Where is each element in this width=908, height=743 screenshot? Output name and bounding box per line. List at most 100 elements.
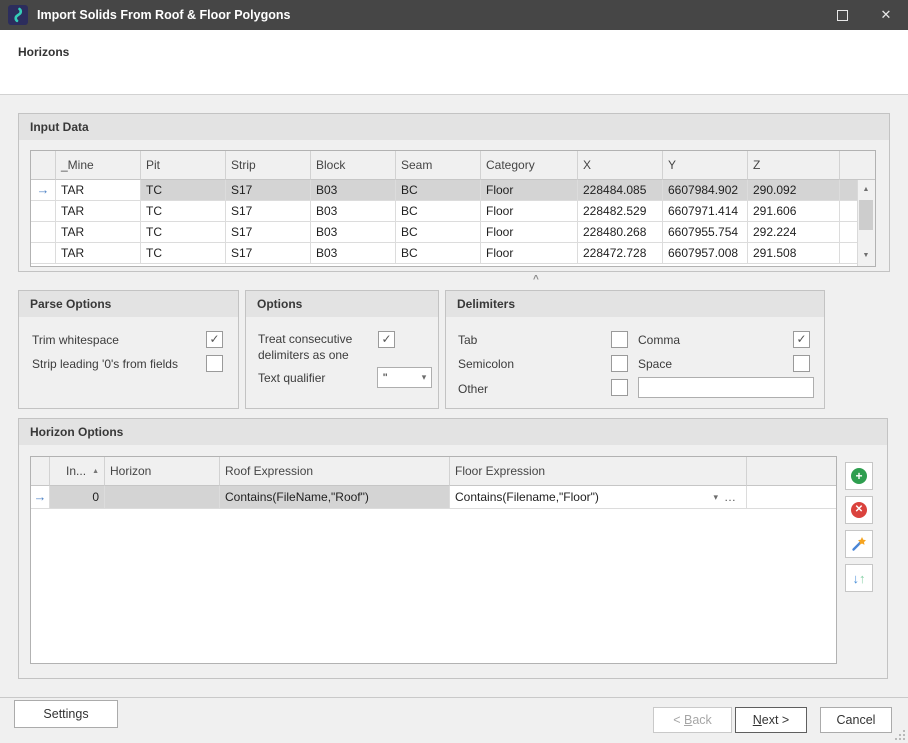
comma-label: Comma (638, 333, 680, 347)
comma-checkbox[interactable]: ✓ (793, 331, 810, 348)
table-cell[interactable]: Floor (481, 201, 578, 222)
floor-expression-editor[interactable]: Contains(Filename,"Floor") ▾ … (450, 486, 747, 509)
table-cell[interactable]: TC (141, 222, 226, 243)
horizon-column-horizon[interactable]: Horizon (105, 457, 220, 486)
table-cell[interactable]: B03 (311, 243, 396, 264)
strip-zeros-checkbox[interactable] (206, 355, 223, 372)
horizon-column-floor[interactable]: Floor Expression (450, 457, 747, 486)
index-cell[interactable]: 0 (50, 486, 105, 509)
table-cell[interactable]: 291.508 (748, 243, 840, 264)
input-table[interactable]: _MinePitStripBlockSeamCategoryXYZ →TARTC… (30, 150, 876, 267)
table-cell[interactable]: 6607957.008 (663, 243, 748, 264)
input-column-header[interactable]: _Mine (56, 151, 141, 180)
input-header-empty (840, 151, 875, 180)
table-cell[interactable]: B03 (311, 222, 396, 243)
table-cell[interactable]: BC (396, 243, 481, 264)
roof-expression-cell[interactable]: Contains(FileName,"Roof") (220, 486, 450, 509)
input-column-header[interactable]: Seam (396, 151, 481, 180)
auto-generate-button[interactable] (845, 530, 873, 558)
maximize-icon (837, 10, 848, 21)
tab-checkbox[interactable] (611, 331, 628, 348)
table-cell[interactable]: S17 (226, 180, 311, 201)
move-rows-button[interactable]: ↓↑ (845, 564, 873, 592)
input-column-header[interactable]: Y (663, 151, 748, 180)
table-cell[interactable]: B03 (311, 180, 396, 201)
table-cell[interactable]: BC (396, 201, 481, 222)
table-cell[interactable]: TAR (56, 201, 141, 222)
horizon-row[interactable]: → 0 Contains(FileName,"Roof") Contains(F… (31, 486, 836, 509)
resize-grip[interactable] (894, 729, 906, 741)
horizon-cell[interactable] (105, 486, 220, 509)
text-qualifier-combobox[interactable]: " ▾ (377, 367, 432, 388)
horizon-column-roof[interactable]: Roof Expression (220, 457, 450, 486)
input-table-row[interactable]: TARTCS17B03BCFloor228480.2686607955.7542… (31, 222, 875, 243)
trim-whitespace-checkbox[interactable]: ✓ (206, 331, 223, 348)
input-column-header[interactable]: Category (481, 151, 578, 180)
table-cell[interactable]: 228472.728 (578, 243, 663, 264)
ellipsis-button[interactable]: … (724, 486, 741, 508)
table-cell[interactable]: TC (141, 201, 226, 222)
input-column-header[interactable]: Pit (141, 151, 226, 180)
close-icon: ✕ (881, 7, 892, 23)
splitter-collapse-icon[interactable]: ^ (533, 274, 539, 285)
table-cell[interactable]: 290.092 (748, 180, 840, 201)
input-column-header[interactable]: Strip (226, 151, 311, 180)
maximize-button[interactable] (820, 0, 864, 30)
input-column-header[interactable]: Block (311, 151, 396, 180)
table-cell[interactable]: 228482.529 (578, 201, 663, 222)
table-cell[interactable]: S17 (226, 201, 311, 222)
delimiters-group: Delimiters Tab Comma ✓ Semicolon Space O… (445, 290, 825, 409)
table-cell[interactable]: TC (141, 243, 226, 264)
row-arrow-icon: → (37, 182, 50, 197)
table-cell[interactable]: 228484.085 (578, 180, 663, 201)
table-cell[interactable]: 291.606 (748, 201, 840, 222)
table-cell[interactable]: B03 (311, 201, 396, 222)
table-cell[interactable]: TAR (56, 222, 141, 243)
table-cell[interactable]: 6607971.414 (663, 201, 748, 222)
table-cell[interactable]: 228480.268 (578, 222, 663, 243)
table-cell[interactable]: S17 (226, 222, 311, 243)
table-cell[interactable]: BC (396, 222, 481, 243)
delimiters-group-title: Delimiters (446, 291, 824, 317)
scroll-up-icon[interactable]: ▲ (858, 182, 874, 198)
table-cell[interactable]: 292.224 (748, 222, 840, 243)
scroll-thumb[interactable] (859, 200, 873, 230)
table-cell[interactable]: TAR (56, 243, 141, 264)
next-button[interactable]: Next > (735, 707, 807, 733)
options-group-title: Options (246, 291, 438, 317)
chevron-down-icon[interactable]: ▾ (707, 486, 724, 508)
other-checkbox[interactable] (611, 379, 628, 396)
table-cell[interactable]: 6607984.902 (663, 180, 748, 201)
input-table-row[interactable]: → TARTCS17B03BCFloor228484.0856607984.902… (31, 180, 875, 201)
input-table-row[interactable]: TARTCS17B03BCFloor228472.7286607957.0082… (31, 243, 875, 264)
semicolon-checkbox[interactable] (611, 355, 628, 372)
text-qualifier-value: " (378, 371, 417, 385)
add-row-button[interactable]: + (845, 462, 873, 490)
horizon-table[interactable]: In...▲ Horizon Roof Expression Floor Exp… (30, 456, 837, 664)
cancel-button[interactable]: Cancel (820, 707, 892, 733)
settings-button[interactable]: Settings (14, 700, 118, 728)
table-cell[interactable]: Floor (481, 222, 578, 243)
current-row-indicator (31, 243, 56, 264)
input-column-header[interactable]: X (578, 151, 663, 180)
table-cell[interactable]: S17 (226, 243, 311, 264)
table-cell[interactable]: TAR (56, 180, 141, 201)
scroll-down-icon[interactable]: ▼ (858, 248, 874, 264)
input-table-row[interactable]: TARTCS17B03BCFloor228482.5296607971.4142… (31, 201, 875, 222)
current-row-indicator (31, 201, 56, 222)
horizon-column-index[interactable]: In...▲ (50, 457, 105, 486)
delete-row-button[interactable]: ✕ (845, 496, 873, 524)
close-button[interactable]: ✕ (864, 0, 908, 30)
table-cell[interactable]: Floor (481, 180, 578, 201)
space-checkbox[interactable] (793, 355, 810, 372)
input-table-vscrollbar[interactable]: ▲ ▼ (857, 180, 875, 266)
table-cell[interactable]: BC (396, 180, 481, 201)
other-delimiter-input[interactable] (638, 377, 814, 398)
input-column-header[interactable]: Z (748, 151, 840, 180)
back-button[interactable]: < Back (653, 707, 732, 733)
horizon-header-indicator (31, 457, 50, 486)
table-cell[interactable]: 6607955.754 (663, 222, 748, 243)
table-cell[interactable]: Floor (481, 243, 578, 264)
treat-consecutive-checkbox[interactable]: ✓ (378, 331, 395, 348)
table-cell[interactable]: TC (141, 180, 226, 201)
